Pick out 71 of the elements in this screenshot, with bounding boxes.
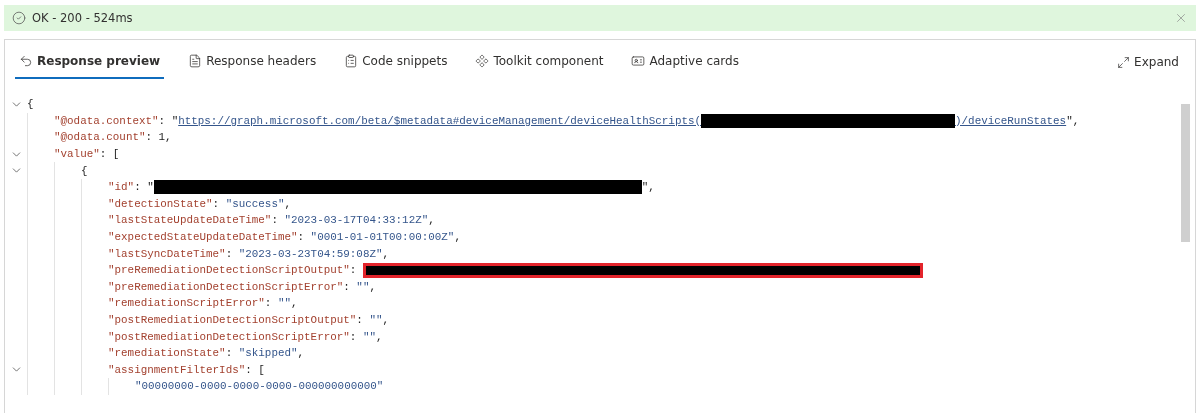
json-punctuation: ", [641, 181, 655, 194]
status-text: OK - 200 - 524ms [32, 11, 134, 25]
json-punctuation: : 1, [145, 131, 172, 144]
document-icon [188, 54, 203, 68]
json-punctuation: : [212, 197, 221, 210]
json-string: "" [356, 280, 370, 293]
card-icon [631, 54, 646, 68]
json-key: "lastSyncDateTime" [108, 247, 226, 260]
clipboard-icon [344, 54, 359, 68]
json-punctuation: , [428, 214, 435, 227]
json-punctuation: : [297, 231, 306, 244]
json-string: "skipped" [238, 347, 298, 360]
json-punctuation: : [349, 330, 358, 343]
json-punctuation: : [225, 347, 234, 360]
json-string: "" [277, 297, 291, 310]
undo-arrow-icon [19, 54, 33, 68]
json-key: "value" [54, 148, 100, 161]
json-key: "expectedStateUpdateDateTime" [108, 231, 298, 244]
scrollbar-thumb[interactable] [1181, 104, 1190, 242]
json-punctuation: , [284, 197, 292, 210]
json-punctuation: : [ [99, 148, 120, 161]
json-link[interactable]: )/deviceRunStates [955, 114, 1067, 127]
json-punctuation: , [375, 330, 383, 343]
json-punctuation: , [454, 231, 461, 244]
components-icon [475, 54, 490, 68]
expand-icon [1117, 55, 1131, 69]
json-string: "2023-03-23T04:59:08Z" [238, 247, 383, 260]
json-punctuation: , [297, 347, 305, 360]
json-string: "0001-01-01T00:00:00Z" [310, 231, 455, 244]
tab[interactable]: Adaptive cards [627, 45, 743, 79]
tab[interactable]: Code snippets [340, 45, 452, 79]
json-string: "" [369, 314, 383, 326]
tab[interactable]: Response preview [15, 45, 165, 79]
json-punctuation: , [382, 247, 390, 260]
json-punctuation: : [225, 247, 234, 260]
json-key: "postRemediationDetectionScriptError" [108, 330, 350, 343]
json-key: "detectionState" [108, 197, 213, 210]
json-punctuation: : " [158, 114, 179, 127]
json-punctuation: , [382, 314, 390, 326]
json-string: "success" [225, 197, 285, 210]
json-key: "@odata.count" [54, 131, 146, 144]
json-punctuation: , [291, 297, 298, 310]
json-key: "preRemediationDetectionScriptOutput" [108, 264, 350, 277]
json-punctuation: ", [1066, 114, 1080, 127]
json-punctuation: : [343, 280, 351, 293]
json-key: "remediationState" [108, 347, 226, 360]
json-punctuation: : " [134, 181, 154, 194]
json-key: "lastStateUpdateDateTime" [108, 214, 272, 227]
close-icon[interactable] [1174, 11, 1188, 25]
json-punctuation: , [369, 280, 376, 293]
json-link[interactable]: https://graph.microsoft.com/beta/$metadata#deviceManagement/deviceHealthScripts( [178, 114, 702, 127]
json-key: "postRemediationDetectionScriptOutput" [108, 314, 357, 326]
json-key: "preRemediationDetectionScriptError" [108, 280, 344, 293]
json-punctuation: { [81, 164, 88, 177]
json-string: "2023-03-17T04:33:12Z" [284, 214, 429, 227]
json-key: "remediationScriptError" [108, 297, 265, 310]
expand-button[interactable]: Expand [1111, 54, 1185, 70]
json-key: "@odata.context" [54, 114, 159, 127]
tab[interactable]: Toolkit component [471, 45, 608, 79]
json-punctuation: : [349, 264, 358, 277]
json-string: "00000000-0000-0000-0000-000000000000" [135, 380, 384, 393]
json-key: "id" [108, 181, 135, 194]
check-circle-icon [12, 11, 26, 25]
json-string: "" [362, 330, 376, 343]
json-punctuation: : [271, 214, 279, 227]
json-punctuation: : [ [245, 363, 265, 376]
tab[interactable]: Response headers [184, 45, 321, 79]
json-punctuation: : [264, 297, 273, 310]
json-punctuation: : [356, 314, 364, 326]
json-punctuation: { [27, 98, 34, 111]
json-key: "assignmentFilterIds" [108, 363, 246, 376]
